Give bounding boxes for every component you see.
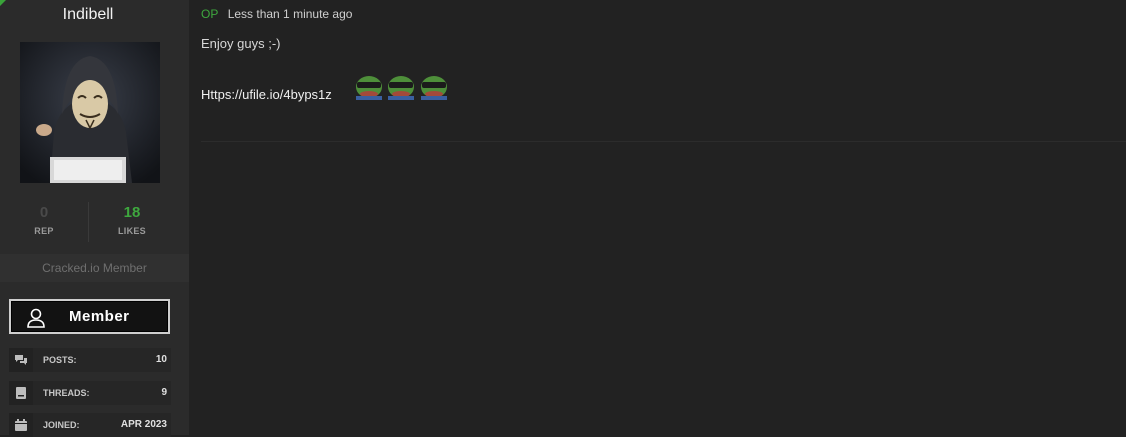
likes-value: 18 xyxy=(123,204,141,221)
posts-value: 10 xyxy=(155,354,167,365)
post-divider xyxy=(201,141,1126,142)
user-sidebar: Indibell 0 REP 18 LIKES Cracked.io Membe… xyxy=(0,0,189,437)
member-badge: Member xyxy=(9,299,170,334)
posts-label: POSTS: xyxy=(43,355,77,365)
likes-label: LIKES xyxy=(117,226,146,236)
post-meta: OP Less than 1 minute ago xyxy=(201,7,352,21)
joined-value: APR 2023 xyxy=(120,419,167,430)
threads-label: THREADS: xyxy=(43,388,90,398)
joined-label: JOINED: xyxy=(43,420,80,430)
threads-value: 9 xyxy=(161,387,167,398)
joined-row[interactable]: JOINED: APR 2023 xyxy=(9,413,171,437)
op-tag: OP xyxy=(201,7,219,21)
member-badge-label: Member xyxy=(69,308,130,325)
post-link[interactable]: Https://ufile.io/4byps1z xyxy=(201,87,332,102)
avatar[interactable] xyxy=(20,42,160,183)
user-outline-icon xyxy=(27,308,45,328)
user-title: Cracked.io Member xyxy=(0,254,189,282)
likes-stat[interactable]: 18 LIKES xyxy=(88,200,176,236)
rep-value: 0 xyxy=(39,204,49,221)
pepe-frog-emoji xyxy=(386,70,416,105)
threads-icon xyxy=(9,381,33,405)
rep-stat[interactable]: 0 REP xyxy=(0,200,88,236)
calendar-icon xyxy=(9,413,33,437)
stat-divider xyxy=(88,202,89,242)
pepe-frog-emoji xyxy=(419,70,449,105)
threads-row[interactable]: THREADS: 9 xyxy=(9,381,171,405)
pepe-frog-emoji xyxy=(354,70,384,105)
comments-icon xyxy=(9,348,33,372)
post-text: Enjoy guys ;-) xyxy=(201,36,281,51)
posts-row[interactable]: POSTS: 10 xyxy=(9,348,171,372)
username[interactable]: Indibell xyxy=(0,6,176,24)
emoji-group xyxy=(354,70,447,100)
rep-label: REP xyxy=(34,226,54,236)
post-time[interactable]: Less than 1 minute ago xyxy=(228,7,353,21)
